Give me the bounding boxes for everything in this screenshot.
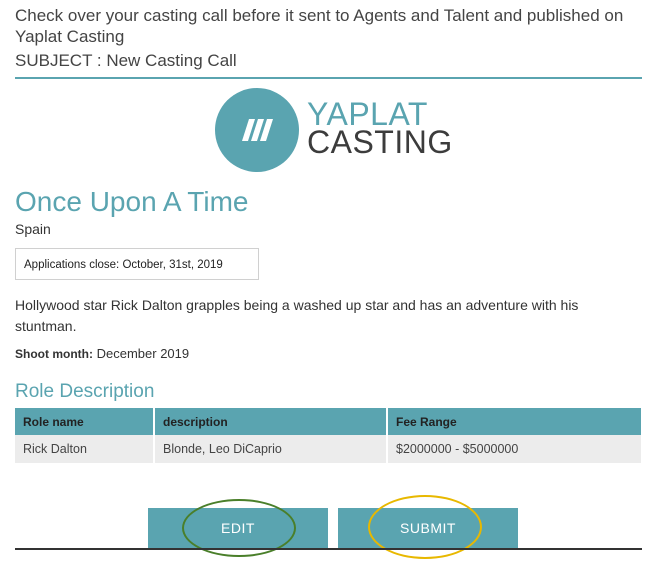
shoot-month-label: Shoot month: bbox=[15, 347, 93, 361]
casting-location: Spain bbox=[15, 221, 51, 237]
logo-wordmark-bottom: CASTING bbox=[307, 124, 453, 160]
fee-range-cell: $2000000 - $5000000 bbox=[387, 435, 641, 463]
intro-text: Check over your casting call before it s… bbox=[15, 6, 624, 46]
logo-circle bbox=[215, 88, 299, 172]
role-name-cell: Rick Dalton bbox=[15, 435, 155, 463]
roles-table: Role name description Fee Range Rick Dal… bbox=[15, 408, 641, 463]
applications-close-box: Applications close: October, 31st, 2019 bbox=[15, 248, 259, 280]
shoot-month-value: December 2019 bbox=[96, 346, 190, 361]
column-header-role-name: Role name bbox=[15, 408, 155, 435]
table-header-row: Role name description Fee Range bbox=[15, 408, 641, 435]
yaplat-logo: YAPLAT CASTING bbox=[215, 86, 455, 174]
casting-description: Hollywood star Rick Dalton grapples bein… bbox=[15, 297, 579, 334]
email-subject: SUBJECT : New Casting Call bbox=[15, 51, 237, 70]
top-divider bbox=[15, 77, 642, 79]
role-description-heading: Role Description bbox=[15, 381, 155, 402]
casting-title: Once Upon A Time bbox=[15, 186, 249, 217]
column-header-description: description bbox=[154, 408, 388, 435]
column-header-fee-range: Fee Range bbox=[387, 408, 641, 435]
submit-button[interactable]: SUBMIT bbox=[338, 508, 518, 548]
shoot-month: Shoot month: December 2019 bbox=[15, 345, 189, 363]
role-description-cell: Blonde, Leo DiCaprio bbox=[154, 435, 388, 463]
edit-button[interactable]: EDIT bbox=[148, 508, 328, 548]
table-row: Rick Dalton Blonde, Leo DiCaprio $200000… bbox=[15, 435, 641, 463]
bottom-divider bbox=[15, 548, 642, 550]
